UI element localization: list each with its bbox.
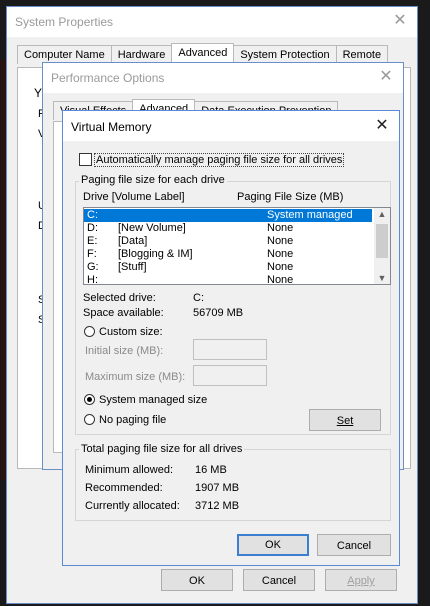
currently-allocated-value: 3712 MB [195,500,240,512]
close-icon[interactable]: ✕ [377,68,395,86]
set-button[interactable]: Set [309,409,381,431]
column-drive-header: Drive [Volume Label] [83,191,185,203]
drive-letter: H: [87,274,98,285]
column-size-header: Paging File Size (MB) [237,191,344,203]
volume-label: [New Volume] [118,222,186,234]
drive-list[interactable]: C: System managed D: [New Volume] None E… [83,207,391,285]
drive-letter: E: [87,235,98,247]
initial-size-label: Initial size (MB): [85,345,164,357]
list-item[interactable]: F: [Blogging & IM] None [84,248,372,261]
drive-letter: G: [87,261,99,273]
system-managed-radio[interactable] [84,394,95,405]
paging-size: None [267,261,294,273]
maximum-size-label: Maximum size (MB): [85,371,186,383]
auto-manage-label[interactable]: Automatically manage paging file size fo… [94,153,345,167]
list-item[interactable]: H: None [84,274,372,285]
dialog-title: Virtual Memory [71,120,152,134]
title-bar: Performance Options ✕ [43,63,403,93]
volume-label: [Blogging & IM] [118,248,193,260]
recommended-label: Recommended: [85,482,163,494]
ok-button[interactable]: OK [161,569,233,591]
ok-button[interactable]: OK [237,534,309,556]
per-drive-group-label: Paging file size for each drive [79,174,227,186]
volume-label: [Data] [118,235,148,247]
list-item[interactable]: C: System managed [84,209,372,222]
window-title: Performance Options [51,71,165,85]
set-label: Set [336,415,354,427]
scroll-down-icon[interactable]: ▼ [374,273,390,283]
no-paging-label[interactable]: No paging file [99,414,166,426]
apply-label: Apply [347,575,375,587]
selected-drive-value: C: [193,292,204,304]
paging-size: None [267,235,294,247]
partial-text: Y [34,86,43,100]
system-managed-label[interactable]: System managed size [99,394,207,406]
close-icon[interactable]: ✕ [373,117,391,135]
volume-label: [Stuff] [118,261,147,273]
selected-drive-label: Selected drive: [83,292,156,304]
title-bar: Virtual Memory ✕ [63,111,399,141]
scroll-up-icon[interactable]: ▲ [374,209,390,219]
paging-size: None [267,222,294,234]
title-bar: System Properties ✕ [7,7,417,37]
list-item[interactable]: D: [New Volume] None [84,222,372,235]
maximum-size-input[interactable] [193,365,267,386]
list-item[interactable]: G: [Stuff] None [84,261,372,274]
tab-advanced[interactable]: Advanced [171,43,235,64]
paging-size: None [267,274,294,285]
no-paging-radio[interactable] [84,414,95,425]
recommended-value: 1907 MB [195,482,240,494]
cancel-button[interactable]: Cancel [317,534,391,556]
drive-letter: F: [87,248,97,260]
drive-letter: D: [87,222,98,234]
list-item[interactable]: E: [Data] None [84,235,372,248]
custom-size-radio[interactable] [84,326,95,337]
custom-size-label[interactable]: Custom size: [99,326,163,338]
minimum-allowed-value: 16 MB [195,464,227,476]
currently-allocated-label: Currently allocated: [85,500,180,512]
list-scrollbar[interactable]: ▲ ▼ [374,208,390,284]
paging-size: None [267,248,294,260]
auto-manage-checkbox[interactable] [79,153,92,166]
close-icon[interactable]: ✕ [391,12,409,30]
space-available-label: Space available: [83,307,164,319]
drive-letter: C: [87,209,98,221]
cancel-button[interactable]: Cancel [243,569,315,591]
total-group-label: Total paging file size for all drives [79,443,245,455]
paging-size: System managed [267,209,353,221]
virtual-memory-dialog: Virtual Memory ✕ Automatically manage pa… [62,110,400,566]
minimum-allowed-label: Minimum allowed: [85,464,174,476]
initial-size-input[interactable] [193,339,267,360]
scroll-thumb[interactable] [376,224,388,258]
space-available-value: 56709 MB [193,307,244,319]
window-title: System Properties [15,15,114,29]
apply-button[interactable]: Apply [325,569,397,591]
